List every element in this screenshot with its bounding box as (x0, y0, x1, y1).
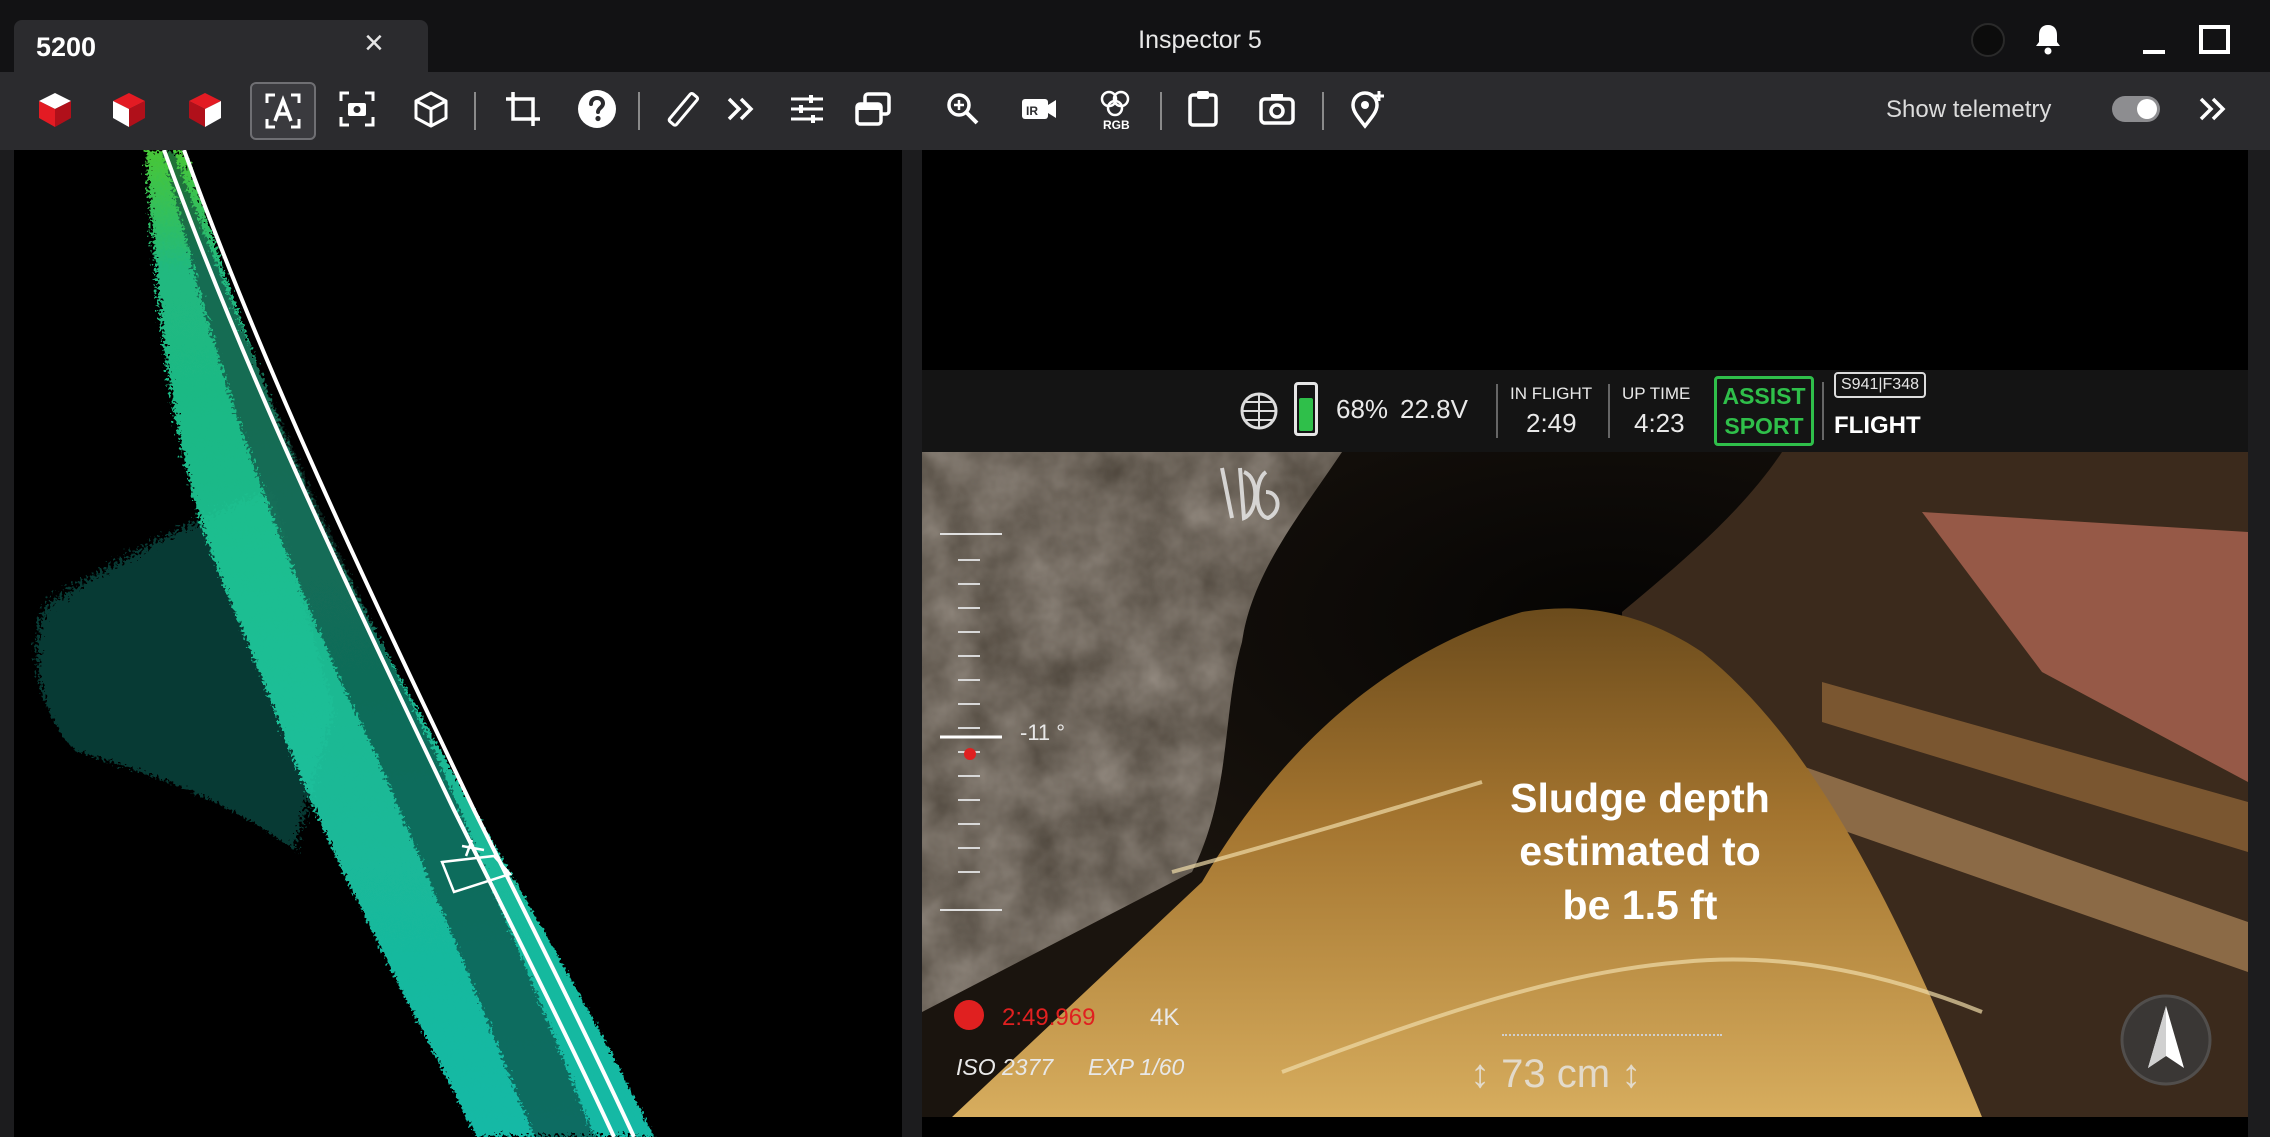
more-chevrons-icon[interactable] (2190, 86, 2236, 132)
exposure-value: EXP 1/60 (1088, 1054, 1185, 1080)
status-circle-icon (1970, 22, 2006, 63)
battery-level-fill (1299, 398, 1313, 431)
in-flight-label: IN FLIGHT (1510, 384, 1593, 403)
up-time-value: 4:23 (1634, 408, 1685, 438)
svg-text:RGB: RGB (1103, 118, 1130, 131)
video-feed-panel: 68% 22.8V IN FLIGHT 2:49 UP TIME 4:23 AS… (922, 150, 2248, 1137)
video-resolution: 4K (1150, 1004, 1180, 1031)
camera-snapshot-icon[interactable] (1254, 86, 1300, 132)
telemetry-hud: 68% 22.8V IN FLIGHT 2:49 UP TIME 4:23 AS… (922, 370, 2248, 452)
annotation-line-2: estimated to (1519, 828, 1761, 874)
show-telemetry-label: Show telemetry (1886, 96, 2052, 123)
satellite-globe-icon (1238, 390, 1280, 437)
flight-tab[interactable]: 5200 × (14, 20, 428, 76)
toolbar-separator (1160, 92, 1162, 130)
aircraft-id-badge: S941|F348 (1834, 372, 1926, 398)
toolbar: IR RGB Show telemetry (0, 72, 2270, 150)
point-cloud-viewport[interactable] (14, 150, 902, 1137)
crop-icon[interactable] (500, 86, 546, 132)
maximize-icon[interactable] (2198, 24, 2232, 61)
mode-sport: SPORT (1724, 413, 1804, 439)
in-flight-time: 2:49 (1526, 408, 1577, 438)
3d-box-icon[interactable] (408, 86, 454, 132)
toolbar-separator (1322, 92, 1324, 130)
auto-align-button[interactable] (250, 82, 316, 140)
close-tab-icon[interactable]: × (364, 26, 384, 60)
pitch-ladder (940, 532, 1002, 912)
clipboard-icon[interactable] (1180, 86, 1226, 132)
layers-window-icon[interactable] (850, 86, 896, 132)
notification-bell-icon[interactable] (2032, 22, 2064, 61)
view-left-cube-icon[interactable] (106, 86, 152, 132)
distance-guide-line (1502, 1034, 1722, 1038)
show-telemetry-toggle[interactable] (2112, 96, 2160, 122)
toolbar-separator (474, 92, 476, 130)
ir-camera-icon[interactable]: IR (1016, 86, 1062, 132)
iso-value: ISO 2377 (956, 1054, 1054, 1080)
expand-chevrons-icon[interactable] (718, 86, 764, 132)
flight-mode-badge: ASSIST SPORT (1714, 376, 1814, 446)
title-bar: 5200 × Inspector 5 (0, 0, 2270, 76)
pitch-angle: -11 ° (1020, 720, 1066, 745)
panel-divider[interactable] (902, 150, 922, 1137)
rgb-camera-icon[interactable]: RGB (1092, 86, 1138, 132)
mode-assist: ASSIST (1722, 383, 1806, 409)
annotation-line-1: Sludge depth (1510, 775, 1770, 821)
toggle-knob (2137, 99, 2157, 119)
inspector-app: 5200 × Inspector 5 IR RGB Show telemetry… (0, 0, 2270, 1137)
measure-ruler-icon[interactable] (660, 86, 706, 132)
battery-voltage: 22.8V (1400, 394, 1468, 424)
distance-readout: ↕ 73 cm ↕ (1470, 1052, 1642, 1096)
up-time-label: UP TIME (1622, 384, 1691, 403)
settings-sliders-icon[interactable] (784, 86, 830, 132)
record-indicator-icon (954, 1000, 984, 1030)
flight-label: FLIGHT (1834, 412, 1921, 439)
svg-text:IR: IR (1026, 104, 1038, 118)
compass-icon (2118, 992, 2214, 1088)
tab-title: 5200 (36, 32, 97, 62)
annotation-line-3: be 1.5 ft (1562, 882, 1718, 928)
minimize-icon[interactable] (2140, 22, 2170, 61)
view-front-cube-icon[interactable] (32, 86, 78, 132)
battery-percent: 68% (1336, 394, 1389, 424)
view-right-cube-icon[interactable] (182, 86, 228, 132)
hud-separator (1608, 384, 1610, 438)
toolbar-separator (638, 92, 640, 130)
hud-separator (1496, 384, 1498, 438)
screenshot-frame-icon[interactable] (334, 86, 380, 132)
add-point-of-interest-icon[interactable] (1344, 86, 1390, 132)
help-icon[interactable] (574, 86, 620, 132)
zoom-icon[interactable] (940, 86, 986, 132)
battery-icon (1294, 382, 1318, 436)
record-time: 2:49.969 (1002, 1004, 1096, 1031)
hud-separator (1822, 382, 1824, 440)
